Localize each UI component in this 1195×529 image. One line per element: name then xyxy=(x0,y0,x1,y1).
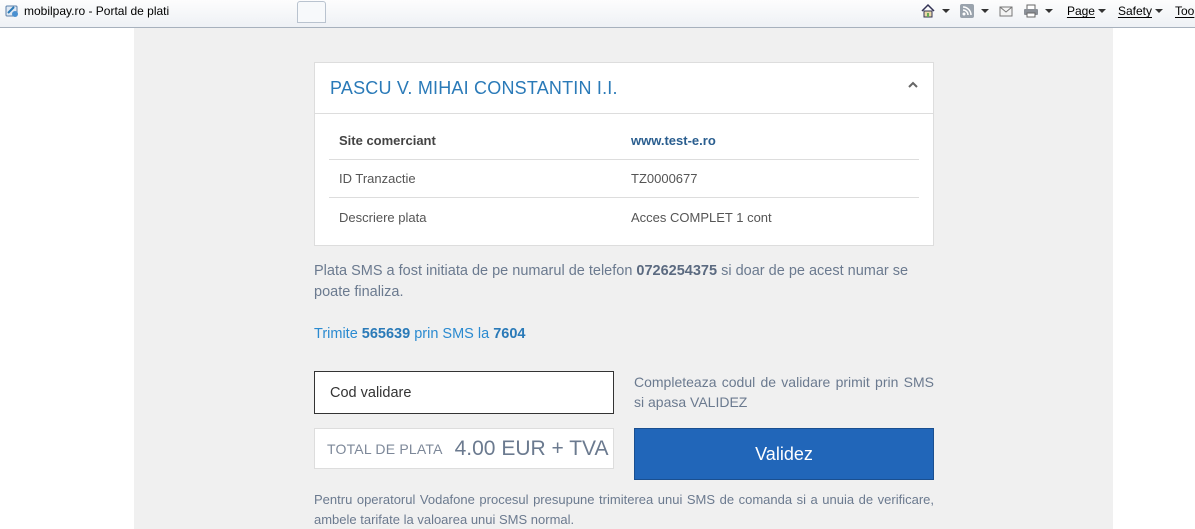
feeds-button[interactable] xyxy=(959,3,989,19)
home-icon xyxy=(921,3,935,18)
validate-button[interactable]: Validez xyxy=(634,428,934,480)
info-prefix: Plata SMS a fost initiata de pe numarul … xyxy=(314,263,637,279)
sms-short-number: 7604 xyxy=(493,326,526,342)
detail-row-site: Site comerciant www.test-e.ro xyxy=(329,114,919,160)
command-bar: Page Safety Too xyxy=(911,0,1195,22)
validation-hint: Completeaza codul de validare primit pri… xyxy=(634,374,934,410)
sms-instruction: Trimite 565639 prin SMS la 7604 xyxy=(314,326,525,342)
detail-row-description: Descriere plata Acces COMPLET 1 cont xyxy=(329,198,919,236)
sms-prefix: Trimite xyxy=(314,326,362,342)
browser-tab[interactable]: mobilpay.ro - Portal de plati xyxy=(0,0,292,22)
detail-label: ID Tranzactie xyxy=(339,171,416,186)
page-content: PASCU V. MIHAI CONSTANTIN I.I. Site come… xyxy=(134,28,1113,529)
sms-middle: prin SMS la xyxy=(410,326,494,342)
new-tab-button[interactable] xyxy=(297,1,326,23)
feeds-dropdown-icon[interactable] xyxy=(980,9,989,13)
tools-menu-label: Too xyxy=(1175,4,1195,18)
safety-menu-dropdown-icon xyxy=(1155,9,1163,13)
transaction-details: Site comerciant www.test-e.ro ID Tranzac… xyxy=(315,114,933,236)
home-button[interactable] xyxy=(920,3,950,19)
sms-initiated-message: Plata SMS a fost initiata de pe numarul … xyxy=(314,261,934,303)
vodafone-note: Pentru operatorul Vodafone procesul pres… xyxy=(314,492,934,527)
browser-chrome: mobilpay.ro - Portal de plati Page Safet… xyxy=(0,0,1195,28)
total-label: TOTAL DE PLATA xyxy=(327,440,443,457)
tab-title: mobilpay.ro - Portal de plati xyxy=(24,4,170,18)
total-amount: 4.00 EUR + TVA xyxy=(454,436,609,460)
merchant-site-value: www.test-e.ro xyxy=(631,133,716,148)
read-mail-button[interactable] xyxy=(998,3,1014,19)
merchant-name: PASCU V. MIHAI CONSTANTIN I.I. xyxy=(330,77,618,98)
transaction-id-value: TZ0000677 xyxy=(631,171,698,186)
printer-icon xyxy=(1023,4,1038,18)
tools-menu[interactable]: Too xyxy=(1175,4,1195,18)
detail-label: Descriere plata xyxy=(339,209,427,225)
safety-menu-label: Safety xyxy=(1117,4,1152,18)
chevron-up-icon[interactable] xyxy=(907,80,919,90)
merchant-card-header[interactable]: PASCU V. MIHAI CONSTANTIN I.I. xyxy=(315,63,933,114)
safety-menu[interactable]: Safety xyxy=(1118,4,1163,18)
page-favicon-icon xyxy=(4,3,20,19)
page-menu[interactable]: Page xyxy=(1067,4,1106,18)
phone-number: 0726254375 xyxy=(636,263,718,279)
validation-code-input[interactable] xyxy=(314,371,614,414)
page-menu-label: Page xyxy=(1066,4,1095,18)
mail-icon xyxy=(999,6,1013,17)
rss-feed-icon xyxy=(959,4,974,18)
payment-description-value: Acces COMPLET 1 cont xyxy=(631,209,772,225)
page-menu-dropdown-icon xyxy=(1097,9,1106,13)
merchant-card: PASCU V. MIHAI CONSTANTIN I.I. Site come… xyxy=(314,62,934,246)
total-to-pay: TOTAL DE PLATA 4.00 EUR + TVA xyxy=(314,428,614,469)
print-dropdown-icon[interactable] xyxy=(1044,9,1053,13)
detail-label: Site comerciant xyxy=(339,133,436,148)
home-dropdown-icon[interactable] xyxy=(941,9,950,13)
detail-row-transaction-id: ID Tranzactie TZ0000677 xyxy=(329,160,919,198)
sms-code: 565639 xyxy=(361,326,411,342)
print-button[interactable] xyxy=(1023,3,1053,19)
